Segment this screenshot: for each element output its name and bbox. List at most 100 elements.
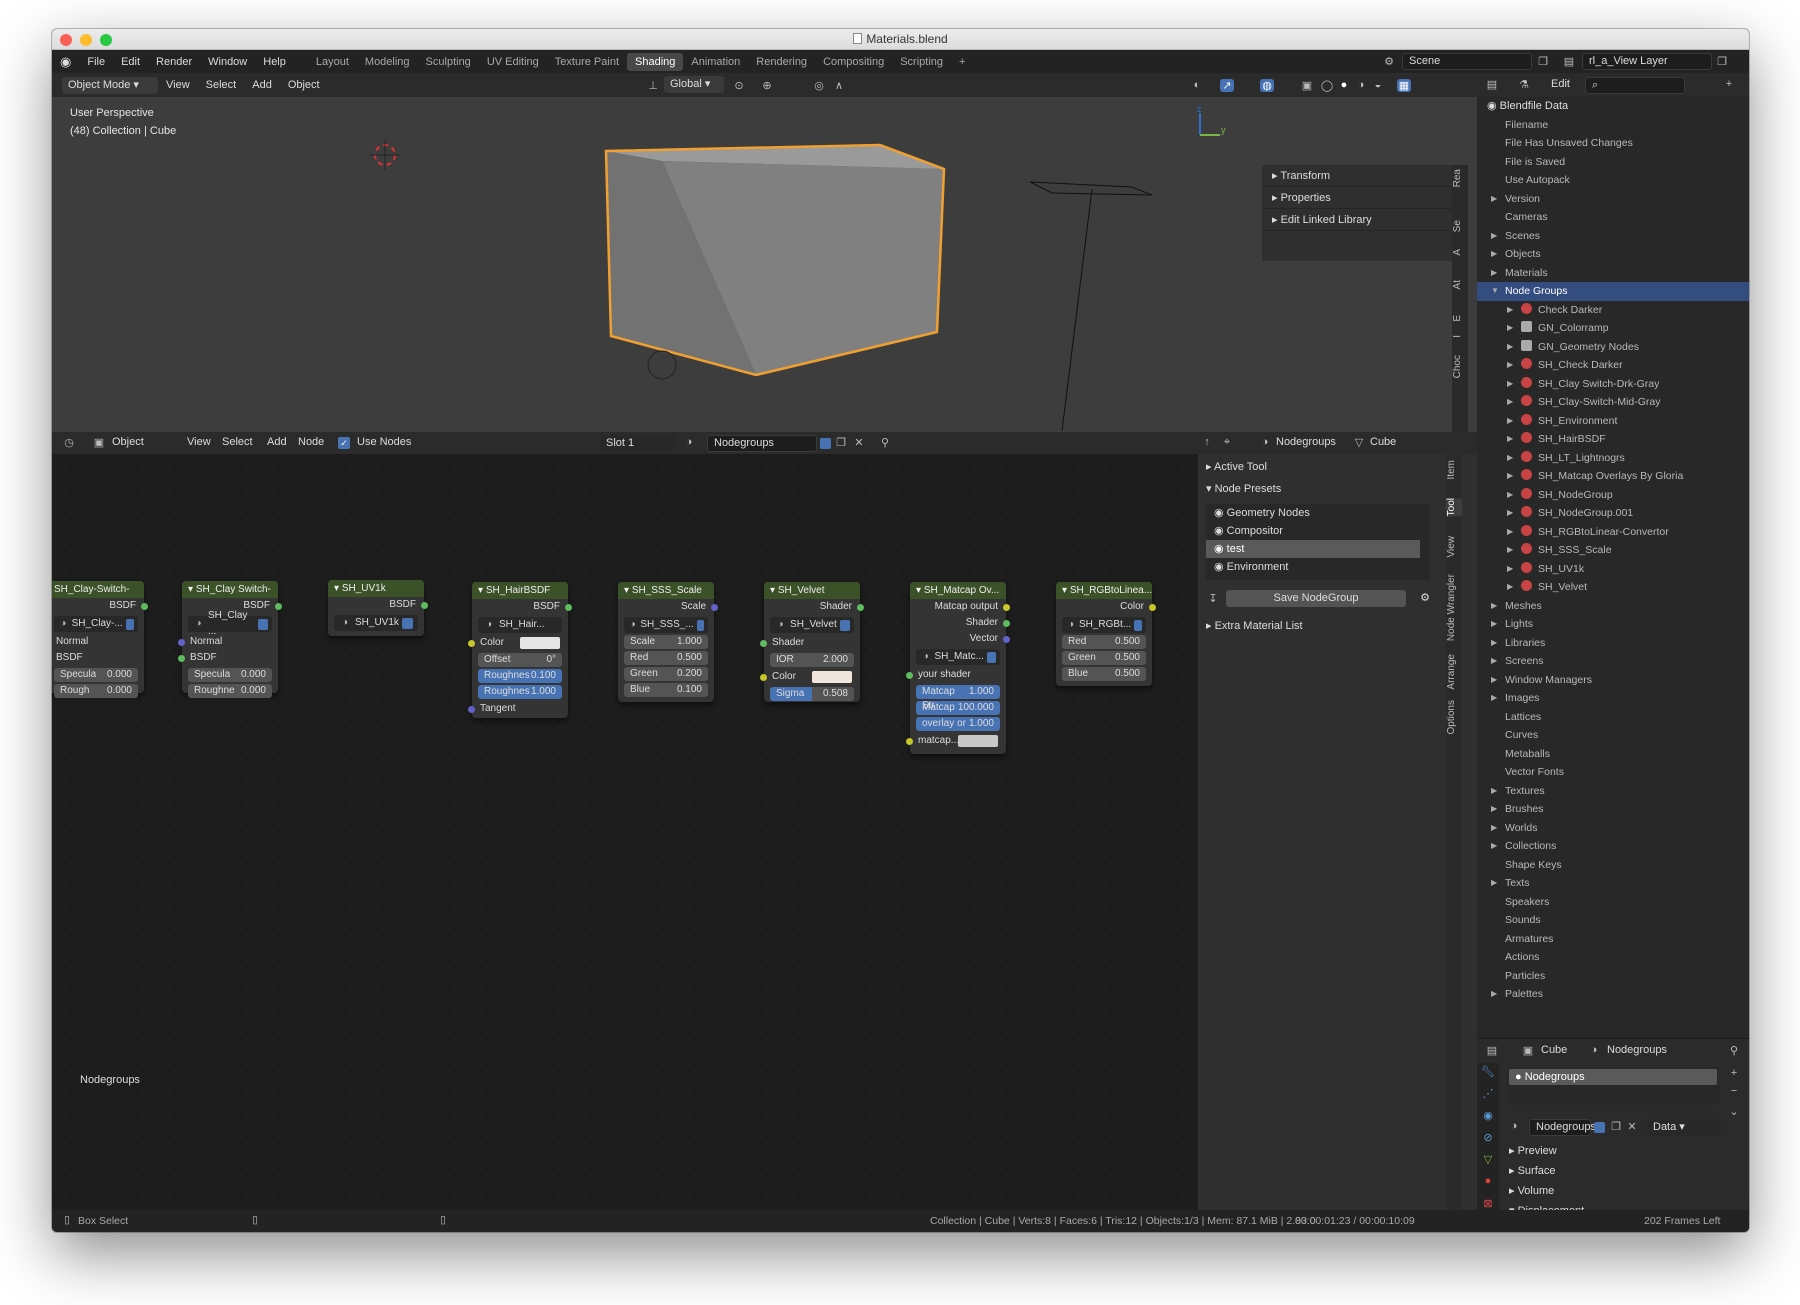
panel-properties[interactable]: ▸ Properties [1262, 187, 1452, 209]
slot-dropdown[interactable]: Slot 1 [600, 435, 675, 452]
node-sh-rgbtolinear[interactable]: ▾ SH_RGBtoLinea... Color ◑ SH_RGBt... Red… [1056, 582, 1156, 686]
outliner-row[interactable]: ▶ SH_NodeGroup.001 [1477, 504, 1749, 523]
output-socket[interactable] [1003, 604, 1010, 611]
pivot-icon[interactable]: ⊙ [732, 79, 746, 92]
node-group-selector[interactable]: ◑ SH_Clay ... [188, 610, 272, 637]
rendered-shading-icon[interactable]: ◒ [1371, 79, 1385, 91]
output-socket[interactable] [711, 604, 718, 611]
expand-icon[interactable]: ▶ [1491, 245, 1497, 264]
outliner-edit-menu[interactable]: Edit [1551, 78, 1570, 90]
output-socket[interactable] [421, 602, 428, 609]
overlay-toggle-icon[interactable]: ◍ [1260, 78, 1274, 92]
new-scene-icon[interactable]: ❐ [1536, 55, 1550, 68]
gizmo-toggle-icon[interactable]: ↗ [1220, 78, 1234, 92]
node-menu-add[interactable]: Add [267, 436, 287, 448]
outliner-row[interactable]: Actions [1477, 948, 1749, 967]
tab-texture-paint[interactable]: Texture Paint [547, 53, 627, 71]
wrench-icon[interactable]: 🔧︎ [1481, 1065, 1495, 1078]
node-title[interactable]: ▾ SH_SSS_Scale [618, 582, 714, 599]
expand-icon[interactable]: ▶ [1507, 338, 1513, 357]
new-view-layer-icon[interactable]: ❐ [1715, 55, 1729, 68]
outliner-row[interactable]: ▶ SH_Environment [1477, 412, 1749, 431]
expand-icon[interactable]: ▶ [1491, 874, 1497, 893]
color-swatch[interactable] [958, 735, 998, 747]
outliner-row[interactable]: File Has Unsaved Changes [1477, 134, 1749, 153]
expand-icon[interactable]: ▶ [1507, 578, 1513, 597]
section-volume[interactable]: ▸ Volume [1509, 1184, 1554, 1197]
breadcrumb-object[interactable]: Cube [1370, 436, 1396, 448]
preset-environment[interactable]: ◉ Environment [1206, 558, 1430, 576]
outliner-row[interactable]: ▶ Materials [1477, 264, 1749, 283]
output-socket[interactable] [1149, 604, 1156, 611]
menu-render[interactable]: Render [148, 56, 200, 68]
tab-tool[interactable]: Tool [1446, 498, 1462, 517]
outliner-row[interactable]: ▶ SH_RGBtoLinear-Convertor [1477, 523, 1749, 542]
cube-object[interactable] [604, 143, 946, 380]
preset-test[interactable]: ◉ test [1206, 540, 1420, 558]
outliner-row[interactable]: Metaballs [1477, 745, 1749, 764]
node-sh-uv1k[interactable]: ▾ SH_UV1k BSDF ◑ SH_UV1k [328, 580, 428, 636]
outliner-row[interactable]: Armatures [1477, 930, 1749, 949]
input-socket[interactable] [468, 640, 475, 647]
outliner-row[interactable]: ▶ GN_Colorramp [1477, 319, 1749, 338]
unlink-material-icon[interactable]: ✕ [852, 436, 866, 449]
maximize-window-button[interactable] [100, 34, 112, 46]
outliner-row[interactable]: ▶ Window Managers [1477, 671, 1749, 690]
properties-object[interactable]: Cube [1541, 1044, 1567, 1056]
sidebar-tab-at[interactable]: At [1452, 280, 1468, 289]
slot-specials-icon[interactable]: ⌄ [1727, 1105, 1741, 1118]
wireframe-shading-icon[interactable]: ◯ [1320, 79, 1334, 92]
duplicate-material-icon[interactable]: ❐ [834, 436, 848, 449]
proportional-edit-icon[interactable]: ◎ [812, 79, 826, 92]
tab-sculpting[interactable]: Sculpting [418, 53, 479, 71]
blender-logo-icon[interactable]: ◉ [52, 54, 79, 70]
outliner-root[interactable]: ◉ Blendfile Data [1477, 97, 1749, 116]
add-workspace-button[interactable]: + [951, 53, 973, 71]
3d-viewport[interactable]: User Perspective (48) Collection | Cube [52, 97, 1477, 432]
node-field[interactable]: Matcap Str 1.000 [916, 685, 1000, 711]
input-socket[interactable] [906, 738, 913, 745]
expand-icon[interactable]: ▶ [1507, 523, 1513, 542]
node-field[interactable]: IOR 2.000 [770, 653, 854, 667]
view-layer-field[interactable]: rl_a_View Layer [1582, 53, 1712, 70]
solid-shading-icon[interactable]: ● [1337, 79, 1351, 91]
particles-icon[interactable]: ⋰ [1481, 1087, 1495, 1100]
unlink-material-icon[interactable]: ✕ [1625, 1120, 1639, 1133]
expand-icon[interactable]: ▶ [1507, 504, 1513, 523]
object-mode-dropdown[interactable]: Object Mode ▾ [62, 76, 158, 94]
menu-file[interactable]: File [79, 56, 113, 68]
outliner-row[interactable]: ▶ Objects [1477, 245, 1749, 264]
section-preview[interactable]: ▸ Preview [1509, 1144, 1557, 1157]
node-menu-view[interactable]: View [187, 436, 211, 448]
node-sh-sss-scale[interactable]: ▾ SH_SSS_Scale Scale ◑ SH_SSS_... Scale 1.… [618, 582, 718, 702]
sidebar-tab-choc[interactable]: Choc [1452, 355, 1468, 378]
outliner-search-input[interactable]: ⌕ [1585, 77, 1685, 94]
node-field[interactable]: Green 0.200 [624, 667, 708, 681]
node-group-selector[interactable]: ◑ SH_UV1k [334, 615, 418, 631]
tab-shading[interactable]: Shading [627, 52, 684, 71]
node-sh-velvet[interactable]: ▾ SH_Velvet Shader ◑ SH_Velvet Shader IOR… [760, 582, 864, 702]
node-field[interactable]: Offset 0° [478, 653, 562, 667]
outliner-row[interactable]: Lattices [1477, 708, 1749, 727]
scene-field[interactable]: Scene [1402, 53, 1532, 70]
panel-edit-linked-library[interactable]: ▸ Edit Linked Library [1262, 209, 1452, 231]
color-swatch[interactable] [520, 637, 560, 649]
tab-compositing[interactable]: Compositing [815, 53, 892, 71]
expand-icon[interactable]: ▶ [1491, 671, 1497, 690]
expand-icon[interactable]: ▶ [1491, 227, 1497, 246]
fake-user-icon[interactable] [257, 618, 268, 630]
output-socket[interactable] [565, 604, 572, 611]
expand-icon[interactable]: ▶ [1491, 782, 1497, 801]
xray-icon[interactable]: ▣ [1300, 79, 1314, 92]
material-tab-icon[interactable]: ● [1481, 1175, 1495, 1187]
sidebar-tab-i[interactable]: I [1452, 335, 1468, 338]
tab-options[interactable]: Options [1446, 700, 1462, 734]
node-group-selector[interactable]: ◑ SH_Velvet [770, 617, 854, 633]
node-title[interactable]: ▾ SH_Clay Switch- [182, 581, 278, 598]
expand-icon[interactable]: ▶ [1491, 800, 1497, 819]
node-field-sigma[interactable]: Sigma 0.508 [770, 687, 854, 701]
outliner-row[interactable]: ▶ Lights [1477, 615, 1749, 634]
outliner-row[interactable]: ▶ Version [1477, 190, 1749, 209]
node-title[interactable]: ▾ SH_RGBtoLinea... [1056, 582, 1152, 599]
constraints-icon[interactable]: ⊘ [1481, 1131, 1495, 1144]
